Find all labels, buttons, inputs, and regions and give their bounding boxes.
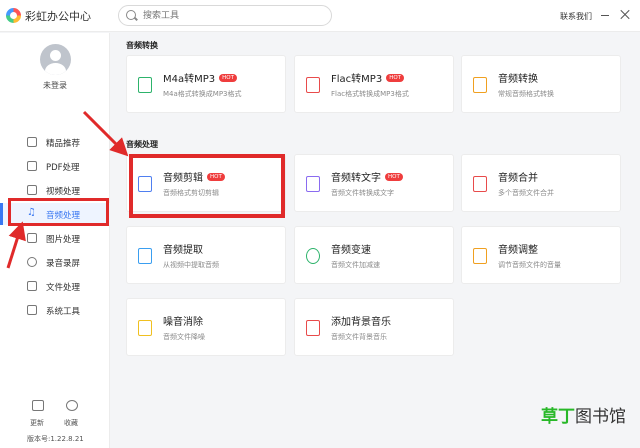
sidebar-item-label: 精品推荐 bbox=[46, 139, 81, 149]
close-icon[interactable] bbox=[620, 10, 630, 20]
card-noise-remove[interactable]: 噪音消除 音频文件降噪 bbox=[126, 298, 286, 356]
flac-mp3-icon bbox=[306, 77, 320, 93]
avatar[interactable] bbox=[40, 44, 71, 75]
card-title: Flac转MP3 HOT bbox=[331, 70, 405, 85]
favorite-button[interactable]: 收藏 bbox=[64, 418, 78, 428]
card-subtitle: 音频文件背景音乐 bbox=[331, 333, 387, 341]
sidebar-item-record[interactable]: 录音录屏 bbox=[0, 251, 110, 273]
star-icon[interactable] bbox=[66, 400, 78, 411]
audio-speed-icon bbox=[306, 248, 320, 264]
card-title-text: 音频转文字 bbox=[331, 173, 381, 184]
highlight-box bbox=[8, 198, 109, 226]
card-add-bg-music[interactable]: 添加背景音乐 音频文件背景音乐 bbox=[294, 298, 454, 356]
card-flac-to-mp3[interactable]: Flac转MP3 HOT Flac格式转换成MP3格式 bbox=[294, 55, 454, 113]
sidebar-item-label: PDF处理 bbox=[46, 163, 80, 173]
login-status[interactable]: 未登录 bbox=[0, 80, 110, 91]
version-label: 版本号:1.22.8.21 bbox=[27, 435, 84, 443]
audio-text-icon bbox=[306, 176, 320, 192]
card-title: 音频变速 bbox=[331, 245, 371, 256]
watermark-dark: 图书馆 bbox=[575, 407, 626, 427]
sidebar-item-file[interactable]: 文件处理 bbox=[0, 275, 110, 297]
card-title: 添加背景音乐 bbox=[331, 317, 391, 328]
sidebar-item-label: 文件处理 bbox=[46, 283, 81, 293]
card-audio-speed[interactable]: 音频变速 音频文件加减速 bbox=[294, 226, 454, 284]
card-subtitle: 音频文件降噪 bbox=[163, 333, 205, 341]
section-title: 音频转换 bbox=[126, 41, 158, 50]
contact-us-link[interactable]: 联系我们 bbox=[560, 11, 592, 22]
card-audio-merge[interactable]: 音频合并 多个音频文件合并 bbox=[461, 154, 621, 212]
card-title-text: M4a转MP3 bbox=[163, 74, 216, 85]
hot-badge: HOT bbox=[386, 74, 405, 82]
audio-merge-icon bbox=[473, 176, 487, 192]
search-icon bbox=[126, 10, 136, 20]
card-title: M4a转MP3 HOT bbox=[163, 70, 237, 85]
noise-remove-icon bbox=[138, 320, 152, 336]
card-title: 噪音消除 bbox=[163, 317, 203, 328]
app-window: 彩虹办公中心 联系我们 未登录 精品推荐 PDF处理 视频处理 ♫ 音频处理 bbox=[0, 0, 640, 448]
card-volume-adjust[interactable]: 音频调整 调节音频文件的音量 bbox=[461, 226, 621, 284]
card-subtitle: 调节音频文件的音量 bbox=[498, 261, 561, 269]
sidebar-item-label: 视频处理 bbox=[46, 187, 81, 197]
card-title: 音频转文字 HOT bbox=[331, 169, 403, 184]
folder-icon bbox=[27, 281, 37, 291]
pdf-icon bbox=[27, 161, 37, 171]
card-m4a-to-mp3[interactable]: M4a转MP3 HOT M4a格式转换成MP3格式 bbox=[126, 55, 286, 113]
update-button[interactable]: 更新 bbox=[30, 418, 44, 428]
sidebar: 未登录 精品推荐 PDF处理 视频处理 ♫ 音频处理 图片处理 录音录屏 文件处… bbox=[0, 33, 110, 448]
sidebar-item-image[interactable]: 图片处理 bbox=[0, 227, 110, 249]
watermark-green: 草丁 bbox=[541, 407, 575, 427]
card-title: 音频提取 bbox=[163, 245, 203, 256]
m4a-mp3-icon bbox=[138, 77, 152, 93]
sidebar-item-recommended[interactable]: 精品推荐 bbox=[0, 131, 110, 153]
card-subtitle: 多个音频文件合并 bbox=[498, 189, 554, 197]
card-subtitle: Flac格式转换成MP3格式 bbox=[331, 90, 409, 98]
card-audio-convert[interactable]: 音频转换 常规音频格式转换 bbox=[461, 55, 621, 113]
search-input[interactable] bbox=[143, 8, 323, 23]
monitor-icon bbox=[27, 305, 37, 315]
section-title: 音频处理 bbox=[126, 140, 158, 149]
image-icon bbox=[27, 233, 37, 243]
audio-extract-icon bbox=[138, 248, 152, 264]
title-bar: 彩虹办公中心 联系我们 bbox=[0, 0, 640, 32]
card-title: 音频调整 bbox=[498, 245, 538, 256]
app-title: 彩虹办公中心 bbox=[25, 10, 91, 23]
bg-music-icon bbox=[306, 320, 320, 336]
thumbs-up-icon bbox=[27, 137, 37, 147]
update-icon[interactable] bbox=[32, 400, 44, 411]
volume-icon bbox=[473, 248, 487, 264]
sidebar-item-system[interactable]: 系统工具 bbox=[0, 299, 110, 321]
card-title: 音频合并 bbox=[498, 173, 538, 184]
card-title-text: Flac转MP3 bbox=[331, 74, 383, 85]
card-audio-to-text[interactable]: 音频转文字 HOT 音频文件转换成文字 bbox=[294, 154, 454, 212]
watermark: 草丁图书馆 bbox=[541, 402, 626, 427]
sidebar-item-label: 录音录屏 bbox=[46, 259, 81, 269]
rainbow-logo-icon bbox=[6, 8, 21, 23]
sidebar-item-pdf[interactable]: PDF处理 bbox=[0, 155, 110, 177]
card-subtitle: 从视频中提取音频 bbox=[163, 261, 219, 269]
card-title: 音频转换 bbox=[498, 74, 538, 85]
sidebar-item-label: 图片处理 bbox=[46, 235, 81, 245]
audio-convert-icon bbox=[473, 77, 487, 93]
sidebar-item-label: 系统工具 bbox=[46, 307, 81, 317]
highlight-box bbox=[129, 154, 285, 218]
card-audio-extract[interactable]: 音频提取 从视频中提取音频 bbox=[126, 226, 286, 284]
hot-badge: HOT bbox=[219, 74, 237, 82]
minimize-icon[interactable] bbox=[601, 15, 609, 16]
card-subtitle: M4a格式转换成MP3格式 bbox=[163, 90, 242, 98]
card-subtitle: 音频文件转换成文字 bbox=[331, 189, 394, 197]
record-icon bbox=[27, 257, 37, 267]
video-icon bbox=[27, 185, 37, 195]
hot-badge: HOT bbox=[385, 173, 403, 181]
card-subtitle: 常规音频格式转换 bbox=[498, 90, 554, 98]
card-subtitle: 音频文件加减速 bbox=[331, 261, 380, 269]
search-box[interactable] bbox=[118, 5, 332, 26]
